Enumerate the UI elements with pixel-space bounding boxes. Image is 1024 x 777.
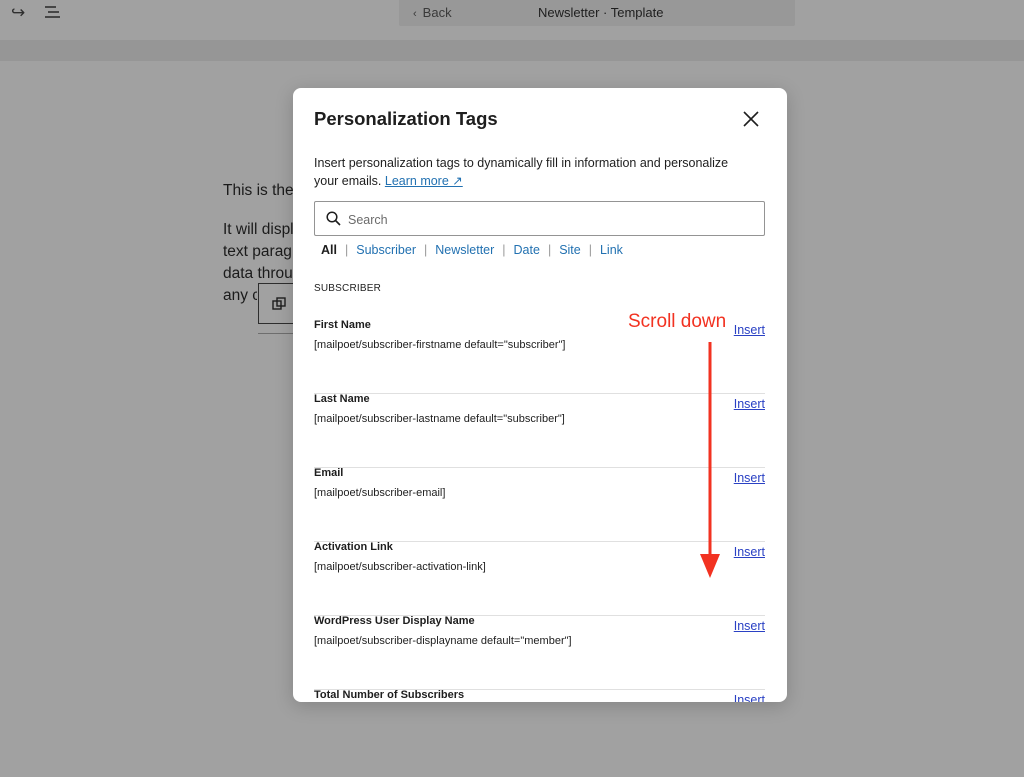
chevron-left-icon: ‹ <box>413 8 417 20</box>
block-divider <box>258 333 298 334</box>
scroll-down-annotation: Scroll down <box>628 311 727 332</box>
tag-name: First Name <box>314 319 371 331</box>
search-icon <box>326 211 341 226</box>
tag-row-total-subscribers: Total Number of Subscribers Insert <box>314 689 765 702</box>
tag-row-display-name: WordPress User Display Name [mailpoet/su… <box>314 615 765 690</box>
filter-newsletter[interactable]: Newsletter <box>435 243 494 257</box>
search-field[interactable] <box>314 201 765 237</box>
editor-toolbar-band <box>0 40 1024 61</box>
down-arrow-icon <box>700 342 720 578</box>
list-view-icon[interactable] <box>44 4 62 24</box>
insert-button[interactable]: Insert <box>734 619 765 633</box>
tag-name: Email <box>314 467 344 479</box>
block-toolbar <box>258 283 298 324</box>
insert-button[interactable]: Insert <box>734 545 765 559</box>
description-text: Insert personalization tags to dynamical… <box>314 156 729 188</box>
document-title: Newsletter · Template <box>538 5 664 20</box>
tag-name: Last Name <box>314 393 370 405</box>
insert-button[interactable]: Insert <box>734 471 765 485</box>
filter-site[interactable]: Site <box>559 243 581 257</box>
tag-name: Activation Link <box>314 541 393 553</box>
tag-code: [mailpoet/subscriber-email] <box>314 487 446 499</box>
close-icon <box>743 111 759 127</box>
modal-description: Insert personalization tags to dynamical… <box>314 154 754 190</box>
tag-name: Total Number of Subscribers <box>314 689 465 701</box>
search-input[interactable] <box>346 202 750 237</box>
insert-button[interactable]: Insert <box>734 693 765 702</box>
background-text-line: any c <box>223 287 257 304</box>
insert-button[interactable]: Insert <box>734 323 765 337</box>
modal-title: Personalization Tags <box>314 108 498 129</box>
filter-link[interactable]: Link <box>600 243 623 257</box>
redo-icon[interactable]: ↪ <box>11 4 25 22</box>
filter-all[interactable]: All <box>321 243 337 257</box>
filter-subscriber[interactable]: Subscriber <box>356 243 416 257</box>
category-filter-tabs: All | Subscriber | Newsletter | Date | Site | Link <box>321 243 623 257</box>
tag-code: [mailpoet/subscriber-firstname default="… <box>314 339 566 351</box>
tag-name: WordPress User Display Name <box>314 615 475 627</box>
insert-button[interactable]: Insert <box>734 397 765 411</box>
filter-date[interactable]: Date <box>514 243 540 257</box>
close-button[interactable] <box>742 110 760 128</box>
back-label: Back <box>422 5 452 20</box>
section-heading: SUBSCRIBER <box>314 283 382 294</box>
tag-code: [mailpoet/subscriber-activation-link] <box>314 561 486 573</box>
editor-header: ↪ ‹ Back Newsletter · Template <box>0 0 1024 40</box>
tag-code: [mailpoet/subscriber-lastname default="s… <box>314 413 565 425</box>
tag-code: [mailpoet/subscriber-displayname default… <box>314 635 572 647</box>
duplicate-icon <box>272 297 286 310</box>
learn-more-link[interactable]: Learn more ↗ <box>385 174 463 188</box>
back-button[interactable]: ‹ Back <box>413 5 452 20</box>
document-bar: ‹ Back Newsletter · Template <box>399 0 795 26</box>
